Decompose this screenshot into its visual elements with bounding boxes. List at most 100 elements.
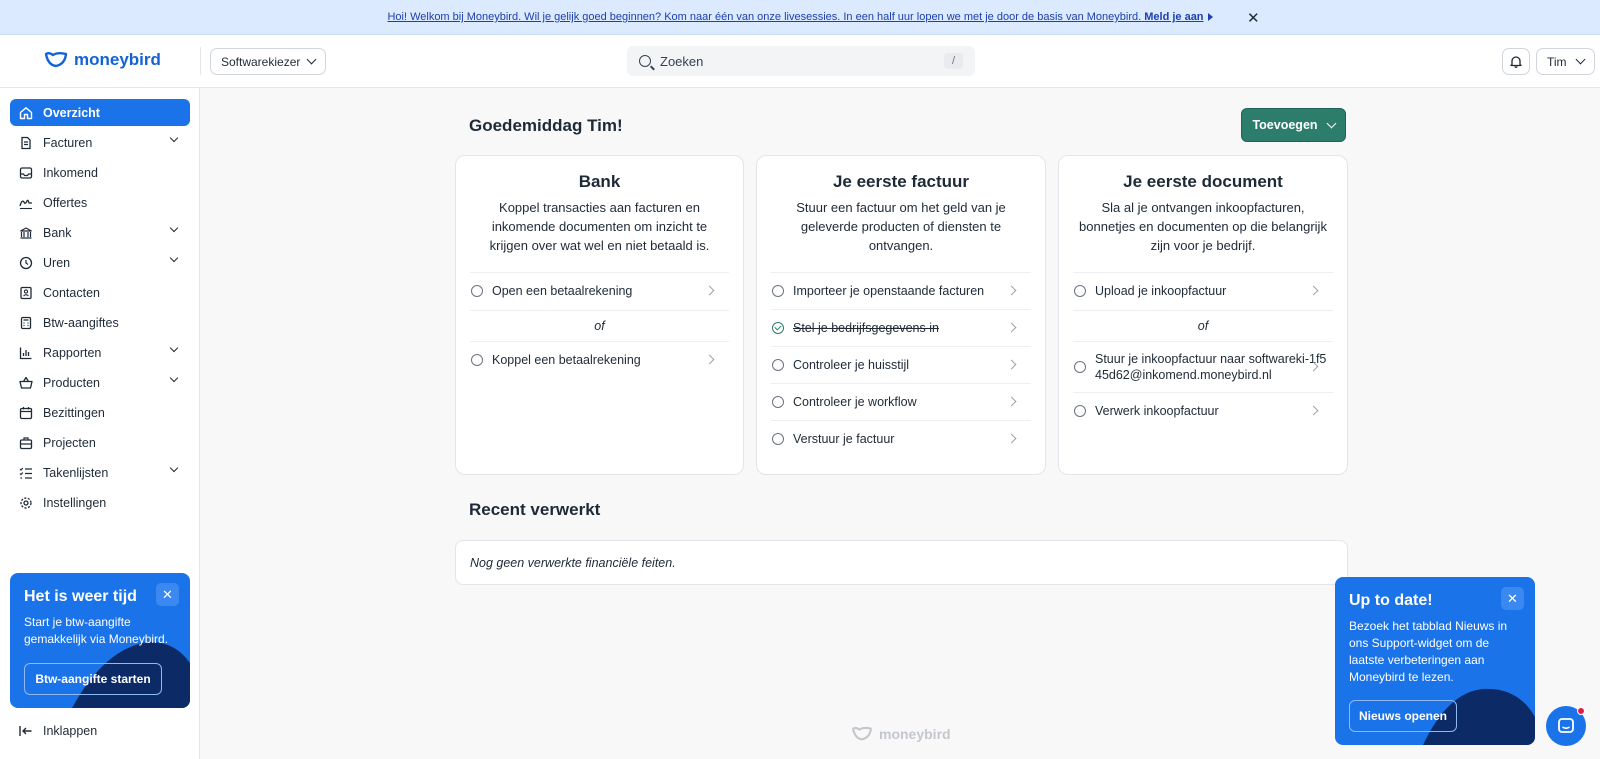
bell-icon [1510,56,1522,68]
user-menu-button[interactable]: Tim [1536,48,1595,75]
sidebar-item-bank[interactable]: Bank [10,219,190,246]
banner-close-icon[interactable]: ✕ [1247,9,1260,27]
task-label: Controleer je huisstijl [793,358,910,372]
chevron-down-icon [169,463,179,473]
or-separator: of [470,310,729,340]
check-circle-icon [772,322,784,334]
signature-icon [19,196,33,210]
sidebar-item-offertes[interactable]: Offertes [10,189,190,216]
moneybird-logo[interactable]: moneybird [44,50,161,70]
bird-logo-icon [44,52,68,68]
radio-icon [1074,405,1086,417]
sidebar-item-overzicht[interactable]: Overzicht [10,99,190,126]
chevron-down-icon [1326,118,1336,128]
inbox-icon [19,166,33,180]
sidebar-item-label: Rapporten [43,345,102,360]
task-huisstijl[interactable]: Controleer je huisstijl [771,346,1031,383]
banner-link[interactable]: Hoi! Welkom bij Moneybird. Wil je gelijk… [387,11,1203,23]
card-description: Sla al je ontvangen inkoopfacturen, bonn… [1079,200,1327,253]
promo-text: Start je btw-aangifte gemakkelijk via Mo… [24,615,169,646]
page-title: Goedemiddag Tim! [469,116,623,135]
news-close-icon[interactable]: ✕ [1501,587,1524,610]
sidebar-item-rapporten[interactable]: Rapporten [10,339,190,366]
card-description: Stuur een factuur om het geld van je gel… [796,200,1006,253]
bar-chart-icon [19,346,33,360]
sidebar-item-facturen[interactable]: Facturen [10,129,190,156]
user-name: Tim [1547,54,1567,69]
sidebar-item-instellingen[interactable]: Instellingen [10,489,190,516]
sidebar-item-label: Bezittingen [43,405,105,420]
sidebar-item-bezittingen[interactable]: Bezittingen [10,399,190,426]
task-koppel-betaalrekening[interactable]: Koppel een betaalrekening [470,341,729,378]
card-title: Je eerste factuur [832,172,970,191]
task-verwerk-inkoopfactuur[interactable]: Verwerk inkoopfactuur [1073,392,1333,429]
chevron-right-icon [1006,396,1017,407]
sidebar-item-label: Facturen [43,135,93,150]
start-btw-button[interactable]: Btw-aangifte starten [24,663,162,695]
calendar-icon [19,406,33,420]
calculator-icon [19,316,33,330]
chevron-right-icon [704,354,715,365]
banner-message: Hoi! Welkom bij Moneybird. Wil je gelijk… [387,11,1142,23]
task-label: Importeer je openstaande facturen [793,284,985,298]
clock-icon [19,256,33,270]
sidebar-item-uren[interactable]: Uren [10,249,190,276]
task-mail-inkoopfactuur[interactable]: Stuur je inkoopfactuur naar softwareki-1… [1073,341,1333,391]
task-open-betaalrekening[interactable]: Open een betaalrekening [470,272,729,309]
sidebar-item-label: Instellingen [43,495,107,510]
search-input[interactable]: Zoeken / [627,46,975,76]
radio-icon [471,354,483,366]
chevron-down-icon [1575,54,1585,65]
news-popup: Up to date! ✕ Bezoek het tabblad Nieuws … [1335,577,1535,745]
radio-icon [772,285,784,297]
chat-icon [1558,718,1574,733]
news-title: Up to date! [1349,592,1433,609]
add-button[interactable]: Toevoegen [1241,108,1346,142]
or-separator: of [1073,310,1333,340]
welcome-banner: Hoi! Welkom bij Moneybird. Wil je gelijk… [0,0,1600,35]
sidebar-item-producten[interactable]: Producten [10,369,190,396]
banner-cta[interactable]: Meld je aan [1144,11,1203,23]
radio-icon [772,359,784,371]
chevron-down-icon [169,373,179,383]
task-verstuur-factuur[interactable]: Verstuur je factuur [771,420,1031,457]
sidebar-item-btw-aangiftes[interactable]: Btw-aangiftes [10,309,190,336]
bank-icon [19,226,33,240]
radio-icon [1074,285,1086,297]
first-invoice-card: Je eerste factuur Stuur een factuur om h… [756,155,1046,475]
sidebar-item-inkomend[interactable]: Inkomend [10,159,190,186]
collapse-label: Inklappen [43,724,98,738]
task-label: Upload je inkoopfactuur [1095,284,1227,298]
company-selector[interactable]: Softwarekiezer [210,48,327,75]
task-label: Verwerk inkoopfactuur [1095,404,1219,418]
radio-icon [471,285,483,297]
task-label: Open een betaalrekening [492,284,633,298]
sidebar-item-projecten[interactable]: Projecten [10,429,190,456]
search-shortcut-key: / [943,53,963,69]
chevron-down-icon [169,133,179,143]
play-icon [1207,13,1213,21]
promo-close-icon[interactable]: ✕ [156,583,179,606]
collapse-sidebar-button[interactable]: Inklappen [19,724,97,738]
task-importeer-facturen[interactable]: Importeer je openstaande facturen [771,272,1031,309]
task-upload-inkoopfactuur[interactable]: Upload je inkoopfactuur [1073,272,1333,309]
chevron-right-icon [1006,285,1017,296]
gear-icon [19,496,33,510]
contact-card-icon [19,286,33,300]
task-workflow[interactable]: Controleer je workflow [771,383,1031,420]
task-label: Koppel een betaalrekening [492,353,641,367]
sidebar-item-label: Offertes [43,195,88,210]
sidebar-item-contacten[interactable]: Contacten [10,279,190,306]
bank-card: Bank Koppel transacties aan facturen en … [455,155,744,475]
card-description: Koppel transacties aan facturen en inkom… [489,200,710,253]
topbar: moneybird Softwarekiezer Zoeken / Tim [0,35,1600,88]
sidebar-item-takenlijsten[interactable]: Takenlijsten [10,459,190,486]
task-label: Stel je bedrijfsgegevens in [793,321,939,335]
sidebar: Overzicht Facturen Inkomend Offertes Ban… [0,88,200,759]
open-news-button[interactable]: Nieuws openen [1349,700,1457,732]
notifications-button[interactable] [1502,48,1530,75]
task-bedrijfsgegevens[interactable]: Stel je bedrijfsgegevens in [771,309,1031,346]
chevron-right-icon [1006,322,1017,333]
bird-logo-icon [852,726,872,741]
logo-text: moneybird [74,50,161,69]
